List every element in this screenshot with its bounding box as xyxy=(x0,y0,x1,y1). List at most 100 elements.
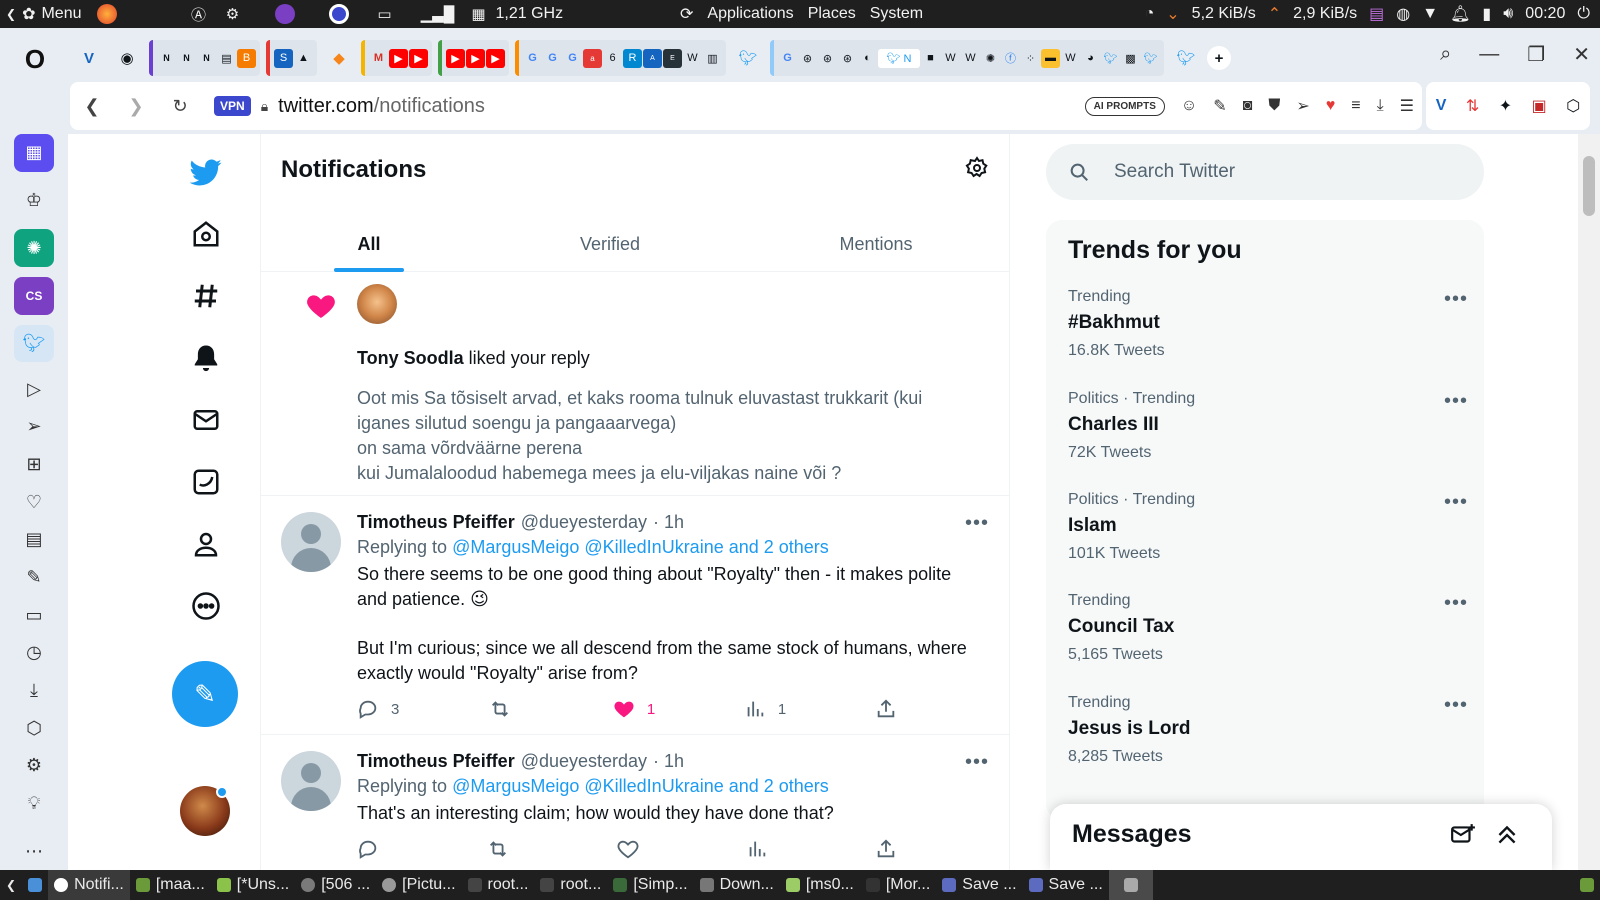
wikipedia-tab-icon[interactable]: W xyxy=(1061,49,1080,68)
show-desktop-icon[interactable] xyxy=(22,870,48,900)
emoji-icon[interactable]: ☺ xyxy=(1181,97,1197,115)
edit-icon[interactable]: ✎ xyxy=(1213,96,1226,116)
twitter-tab-icon[interactable]: 🐦︎ xyxy=(731,41,765,75)
new-message-icon[interactable] xyxy=(1450,822,1476,848)
system-menu-button[interactable]: ❮ ✿ Menu xyxy=(0,0,90,28)
google-tab-icon[interactable]: G xyxy=(543,49,562,68)
applications-menu[interactable]: Applications xyxy=(707,5,793,23)
youtube-tab-icon[interactable]: ▶ xyxy=(409,48,428,68)
liker-name[interactable]: Tony Soodla xyxy=(357,348,464,368)
grid-tab-icon[interactable]: ⁘ xyxy=(1021,49,1040,68)
trend-more-icon[interactable]: ••• xyxy=(1444,694,1468,717)
workspace-icon[interactable]: ▦ xyxy=(14,134,54,172)
reply-tweet[interactable]: ••• Timotheus Pfeiffer @dueyesterday · 1… xyxy=(261,735,1009,870)
send-sidebar-icon[interactable]: ➢ xyxy=(14,408,54,446)
reply-tweet[interactable]: ••• Timotheus Pfeiffer @dueyesterday · 1… xyxy=(261,496,1009,735)
trend-item[interactable]: Politics · Trending Islam 101K Tweets ••… xyxy=(1068,491,1468,581)
tab-group-green[interactable]: ▶ ▶ ▶ xyxy=(438,40,509,76)
wifi-icon[interactable]: ▼ xyxy=(1422,5,1438,23)
retweet-button[interactable] xyxy=(486,838,510,860)
tweet-time[interactable]: · 1h xyxy=(653,751,684,772)
twitter-tab-icon[interactable]: 🐦︎ xyxy=(1101,49,1120,68)
nist-tab-icon[interactable]: N xyxy=(197,49,216,68)
doc-tab-icon[interactable]: ▥ xyxy=(703,49,722,68)
search-tabs-icon[interactable]: ⌕ xyxy=(1440,43,1451,66)
taskbar-item[interactable]: [506 ... xyxy=(295,870,376,900)
chrome-tab-icon[interactable]: ◕ xyxy=(1081,49,1100,68)
trend-more-icon[interactable]: ••• xyxy=(1444,592,1468,615)
default-avatar[interactable] xyxy=(281,751,341,811)
taskbar-item[interactable]: [Simp... xyxy=(607,870,693,900)
taskbar-item[interactable]: Notifi... xyxy=(48,870,130,900)
nist-tab-icon[interactable]: N xyxy=(177,49,196,68)
like-button[interactable]: 1 xyxy=(613,698,655,720)
home-icon[interactable] xyxy=(182,210,230,258)
google-tab-icon[interactable]: G xyxy=(778,49,797,68)
messages-drawer[interactable]: Messages xyxy=(1050,804,1552,870)
vpn-badge[interactable]: VPN xyxy=(214,96,251,116)
share-button[interactable] xyxy=(875,838,897,860)
notifications-icon[interactable] xyxy=(182,334,230,382)
back-icon[interactable]: ❮ xyxy=(70,96,114,117)
google-tab-icon[interactable]: G xyxy=(563,49,582,68)
trend-more-icon[interactable]: ••• xyxy=(1444,390,1468,413)
tab-group-yellow[interactable]: M ▶ ▶ xyxy=(361,40,432,76)
twitter-logo-icon[interactable] xyxy=(182,148,230,196)
more-options-icon[interactable]: ••• xyxy=(965,512,989,535)
s-tab-icon[interactable]: S xyxy=(274,48,293,68)
system-menu[interactable]: System xyxy=(870,5,923,23)
r-tab-icon[interactable]: R xyxy=(623,48,642,68)
notifications-bell-icon[interactable]: 🔔︎ xyxy=(1450,4,1470,24)
taskbar-item[interactable]: Save ... xyxy=(1023,870,1109,900)
tab-tools-icon[interactable]: ≡ xyxy=(1351,97,1360,115)
globe-tab-icon[interactable]: ⊛ xyxy=(838,49,857,68)
more-circle-icon[interactable] xyxy=(182,582,230,630)
tweet-author-name[interactable]: Timotheus Pfeiffer xyxy=(357,751,515,772)
trend-item[interactable]: Politics · Trending Charles III 72K Twee… xyxy=(1068,390,1468,480)
blogger-tab-icon[interactable]: B xyxy=(237,48,256,68)
settings-gear-icon[interactable] xyxy=(965,156,989,180)
taskbar-item[interactable]: [maa... xyxy=(130,870,211,900)
a-launcher-icon[interactable]: Ⓐ xyxy=(188,3,210,25)
chatgpt-icon[interactable]: ✺ xyxy=(14,229,54,268)
news-icon[interactable]: ▤ xyxy=(14,521,54,559)
twitter-tab-icon[interactable]: 🐦︎ xyxy=(1169,41,1203,75)
extensions-icon[interactable]: ⬡ xyxy=(14,709,54,747)
like-button[interactable] xyxy=(617,838,639,860)
bookmarks-heart-icon[interactable]: ♡ xyxy=(14,483,54,521)
yellow-tab-icon[interactable]: ▬ xyxy=(1041,48,1060,68)
wikipedia-tab-icon[interactable]: W xyxy=(961,49,980,68)
cube-extension-icon[interactable]: ⬡ xyxy=(1566,96,1580,116)
twitter-active-tab-icon[interactable]: 🐦︎ N xyxy=(878,48,920,68)
trend-item[interactable]: Trending Jesus is Lord 8,285 Tweets ••• xyxy=(1068,694,1468,784)
shield-icon[interactable]: ⛊ xyxy=(1268,97,1280,115)
metamask-tab-icon[interactable]: ◆ xyxy=(322,41,356,75)
taskbar-item[interactable]: Down... xyxy=(694,870,780,900)
search-box[interactable]: Search Twitter xyxy=(1046,144,1484,200)
scrollbar-thumb[interactable] xyxy=(1583,156,1595,216)
taskbar-item[interactable]: [ms0... xyxy=(780,870,860,900)
reload-icon[interactable]: ↻ xyxy=(158,96,202,117)
crown-icon[interactable]: ♔ xyxy=(14,182,54,220)
pinned-tab-v-icon[interactable]: V xyxy=(72,41,106,75)
dots-tab-icon[interactable]: ■ xyxy=(921,49,940,68)
taskbar-item[interactable]: root... xyxy=(462,870,535,900)
volume-icon[interactable]: 🔊︎ xyxy=(1503,5,1513,23)
trend-more-icon[interactable]: ••• xyxy=(1444,491,1468,514)
cs-icon[interactable]: CS xyxy=(14,277,54,315)
pinned-tab-github-icon[interactable]: ◉ xyxy=(110,41,144,75)
downloads-icon[interactable]: ⤓ xyxy=(14,672,54,710)
trash-icon[interactable] xyxy=(1574,870,1600,900)
more-options-icon[interactable]: ••• xyxy=(965,751,989,774)
replying-to-links[interactable]: @MargusMeigo @KilledInUkraine and 2 othe… xyxy=(452,537,829,557)
firefox-icon[interactable] xyxy=(96,3,118,25)
retweet-button[interactable] xyxy=(488,698,524,720)
expand-chevrons-icon[interactable] xyxy=(1494,822,1520,848)
pinboard-icon[interactable]: ✎ xyxy=(14,559,54,597)
reply-button[interactable] xyxy=(357,838,379,860)
settings-launcher-icon[interactable]: ⚙ xyxy=(222,3,244,25)
twitter-tab-icon[interactable]: 🐦︎ xyxy=(1141,49,1160,68)
page-scrollbar[interactable] xyxy=(1578,134,1600,870)
views-button[interactable] xyxy=(746,838,768,860)
share-button[interactable] xyxy=(875,698,897,720)
